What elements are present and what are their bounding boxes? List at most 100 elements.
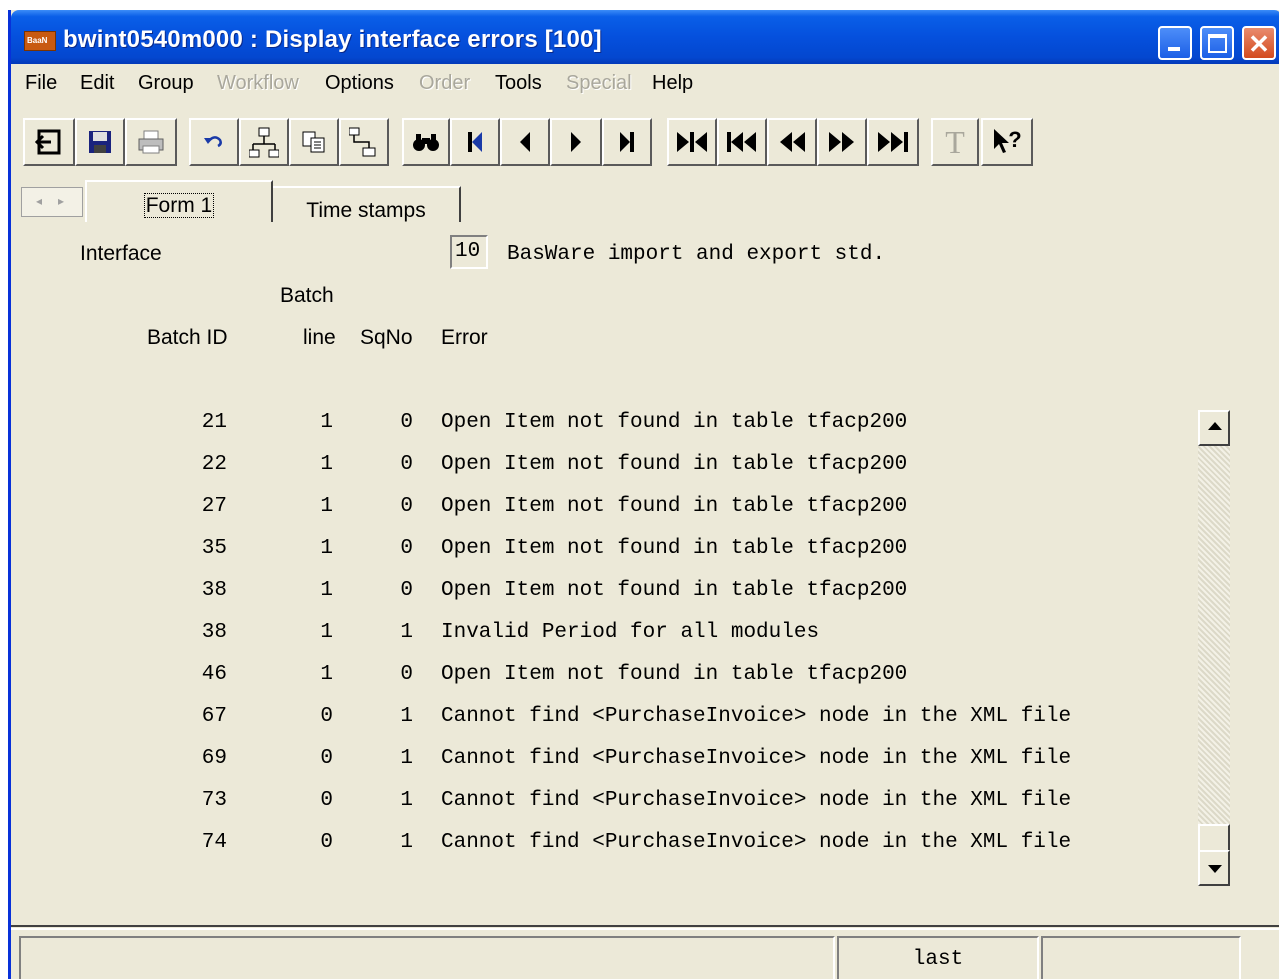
last-page-icon [878, 132, 908, 152]
cell-sqno: 1 [400, 621, 413, 644]
cell-batch-id: 38 [201, 621, 227, 644]
menu-workflow: Workflow [217, 72, 299, 94]
table-row[interactable]: 22 1 0 Open Item not found in table tfac… [11, 453, 1279, 495]
previous-record-icon [520, 132, 530, 152]
cell-error: Cannot find <PurchaseInvoice> node in th… [441, 789, 1072, 812]
print-button[interactable] [125, 118, 177, 166]
tab-time-stamps[interactable]: Time stamps [273, 186, 461, 222]
scroll-down-button[interactable] [1198, 850, 1230, 886]
cell-error: Cannot find <PurchaseInvoice> node in th… [441, 747, 1072, 770]
status-panel-right [1041, 936, 1241, 979]
last-record-icon [620, 132, 634, 152]
last-page-button[interactable] [867, 118, 919, 166]
help-icon: ? [994, 127, 1022, 153]
first-set-button[interactable] [667, 118, 717, 166]
exit-icon [35, 129, 61, 155]
next-page-button[interactable] [817, 118, 867, 166]
insert-button[interactable] [239, 118, 289, 166]
cell-batch-line: 1 [320, 411, 333, 434]
tab-scroll-left-icon[interactable]: ◂ [36, 194, 42, 208]
maximize-button[interactable] [1200, 26, 1234, 60]
exit-button[interactable] [23, 118, 75, 166]
tab-form-1-label: Form 1 [143, 193, 215, 218]
cell-sqno: 1 [400, 831, 413, 854]
column-header-error: Error [441, 326, 488, 349]
find-button[interactable] [402, 118, 450, 166]
cell-batch-line: 1 [320, 663, 333, 686]
first-record-icon [468, 132, 482, 152]
tab-form-1[interactable]: Form 1 [85, 180, 273, 222]
first-page-button[interactable] [717, 118, 767, 166]
table-row[interactable]: 74 0 1 Cannot find <PurchaseInvoice> nod… [11, 831, 1279, 873]
svg-text:?: ? [1008, 127, 1021, 152]
cell-sqno: 0 [400, 537, 413, 560]
cell-error: Open Item not found in table tfacp200 [441, 411, 908, 434]
cell-batch-id: 74 [201, 831, 227, 854]
cell-error: Open Item not found in table tfacp200 [441, 495, 908, 518]
cell-error: Open Item not found in table tfacp200 [441, 579, 908, 602]
cell-error: Open Item not found in table tfacp200 [441, 663, 908, 686]
menu-options[interactable]: Options [325, 72, 394, 95]
table-row[interactable]: 73 0 1 Cannot find <PurchaseInvoice> nod… [11, 789, 1279, 831]
next-record-button[interactable] [550, 118, 602, 166]
next-record-icon [571, 132, 581, 152]
title-bar[interactable]: BaaN bwint0540m000 : Display interface e… [11, 10, 1279, 64]
copy-button[interactable] [289, 118, 339, 166]
menu-group[interactable]: Group [138, 72, 194, 95]
previous-page-button[interactable] [767, 118, 817, 166]
cell-batch-id: 46 [201, 663, 227, 686]
cell-batch-id: 67 [201, 705, 227, 728]
cell-batch-line: 1 [320, 621, 333, 644]
close-button[interactable]: ✕ [1242, 26, 1276, 60]
table-row[interactable]: 69 0 1 Cannot find <PurchaseInvoice> nod… [11, 747, 1279, 789]
app-icon: BaaN [24, 31, 56, 51]
cell-batch-id: 69 [201, 747, 227, 770]
scroll-up-button[interactable] [1198, 410, 1230, 446]
cell-batch-id: 22 [201, 453, 227, 476]
interface-code-field[interactable]: 10 [450, 235, 488, 269]
cell-error: Invalid Period for all modules [441, 621, 820, 644]
help-button[interactable]: ? [981, 118, 1033, 166]
cell-sqno: 0 [400, 663, 413, 686]
save-button[interactable] [75, 118, 125, 166]
undo-button[interactable] [189, 118, 239, 166]
cell-batch-id: 35 [201, 537, 227, 560]
close-icon: ✕ [1248, 29, 1270, 59]
scroll-thumb[interactable] [1198, 824, 1230, 850]
menu-tools[interactable]: Tools [495, 72, 542, 95]
table-row[interactable]: 27 1 0 Open Item not found in table tfac… [11, 495, 1279, 537]
menu-help[interactable]: Help [652, 72, 693, 95]
insert-icon [249, 127, 279, 158]
cell-error: Open Item not found in table tfacp200 [441, 453, 908, 476]
cell-batch-line: 1 [320, 537, 333, 560]
bottom-separator [11, 925, 1279, 930]
table-row[interactable]: 38 1 0 Open Item not found in table tfac… [11, 579, 1279, 621]
tab-scroll-buttons[interactable]: ◂ ▸ [21, 187, 83, 217]
table-row[interactable]: 35 1 0 Open Item not found in table tfac… [11, 537, 1279, 579]
column-header-batch-line-top: Batch [280, 284, 334, 307]
cell-sqno: 1 [400, 747, 413, 770]
table-row[interactable]: 38 1 1 Invalid Period for all modules [11, 621, 1279, 663]
insert-below-button[interactable] [339, 118, 389, 166]
last-record-button[interactable] [602, 118, 652, 166]
table-row[interactable]: 21 1 0 Open Item not found in table tfac… [11, 411, 1279, 453]
print-icon [138, 130, 164, 154]
table-row[interactable]: 46 1 0 Open Item not found in table tfac… [11, 663, 1279, 705]
first-set-icon [677, 132, 707, 152]
insert-below-icon [349, 127, 376, 157]
table-row[interactable]: 67 0 1 Cannot find <PurchaseInvoice> nod… [11, 705, 1279, 747]
arrow-down-icon [1208, 865, 1222, 873]
main-window: BaaN bwint0540m000 : Display interface e… [8, 10, 1279, 979]
next-page-icon [829, 132, 854, 152]
vertical-scrollbar[interactable] [1198, 410, 1230, 886]
first-record-button[interactable] [450, 118, 500, 166]
find-icon [413, 134, 439, 151]
cell-sqno: 0 [400, 453, 413, 476]
previous-record-button[interactable] [500, 118, 550, 166]
menu-file[interactable]: File [25, 72, 57, 95]
minimize-button[interactable] [1158, 26, 1192, 60]
cell-sqno: 1 [400, 789, 413, 812]
menu-edit[interactable]: Edit [80, 72, 114, 95]
tab-scroll-right-icon[interactable]: ▸ [58, 194, 64, 208]
window-title: bwint0540m000 : Display interface errors… [63, 26, 602, 53]
